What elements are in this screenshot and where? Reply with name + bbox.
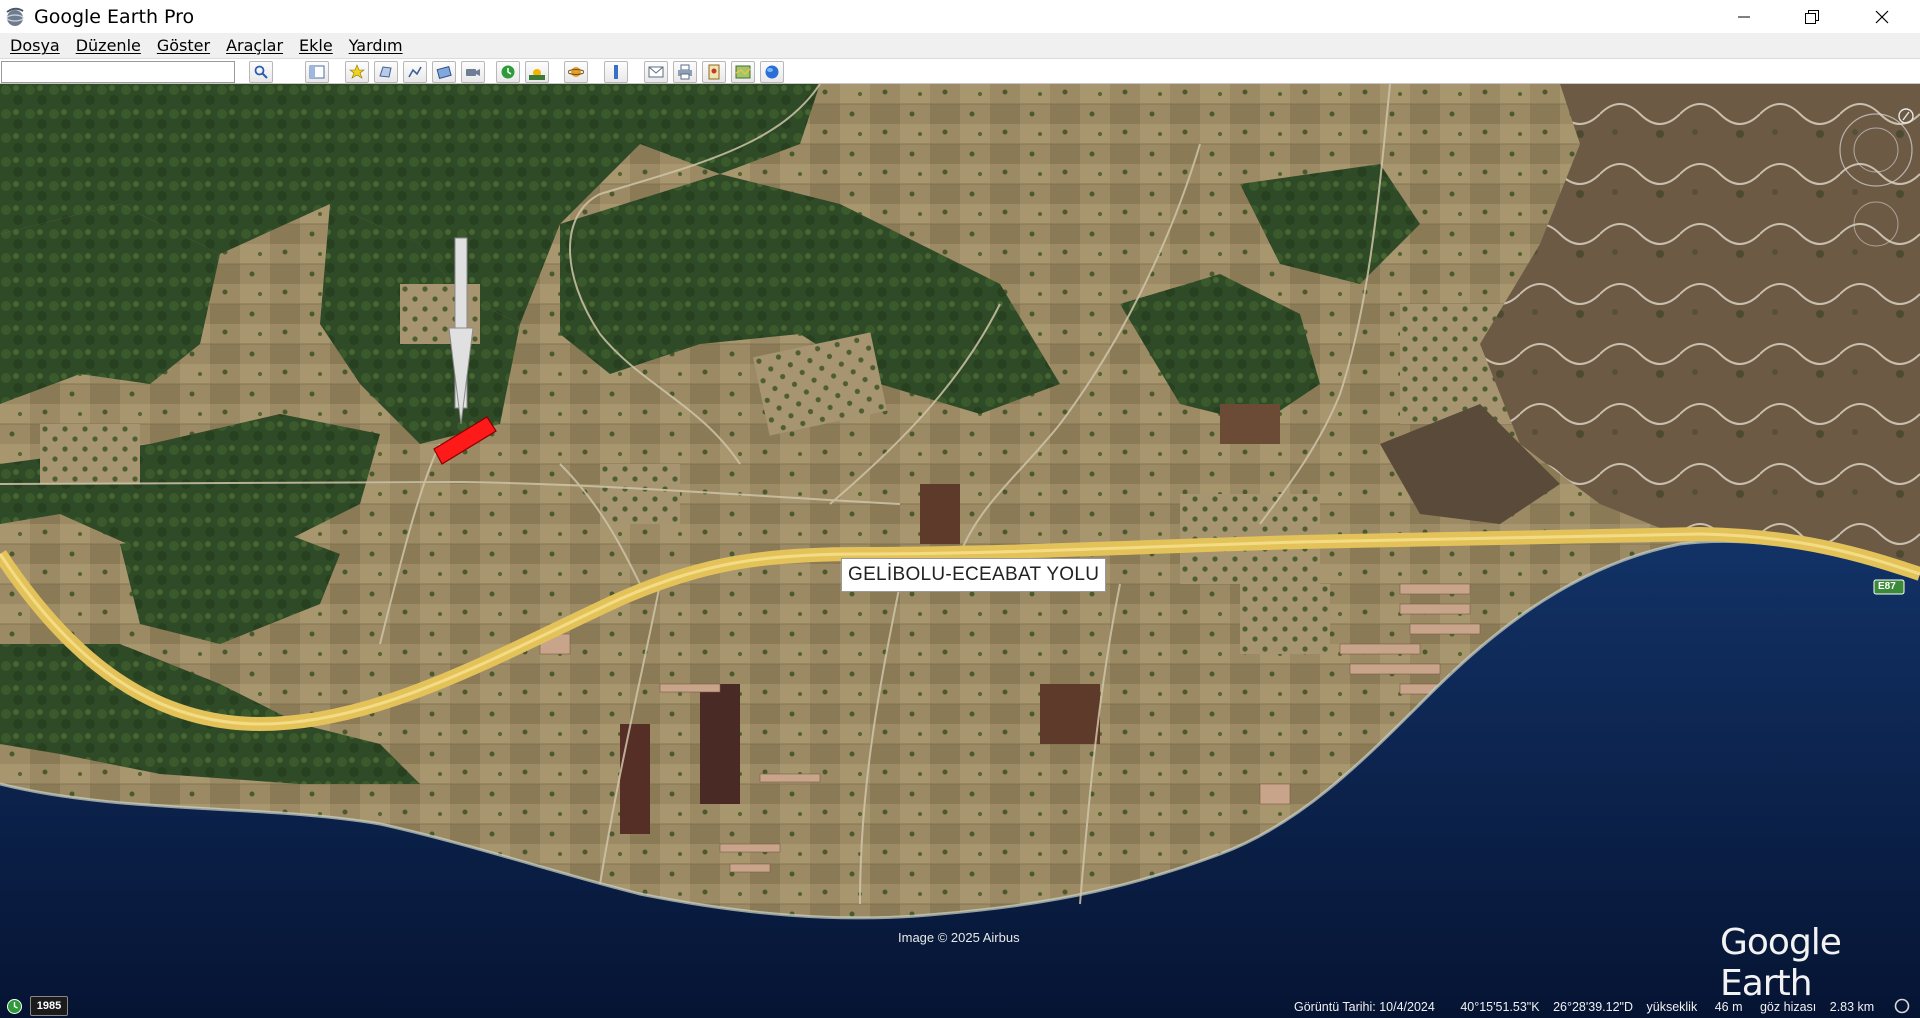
add-placemark-button[interactable] <box>345 61 369 83</box>
elevation-value: 46 m <box>1714 1000 1743 1014</box>
restore-icon <box>1805 9 1819 24</box>
historical-year-badge[interactable]: 1985 <box>30 996 68 1016</box>
imagery-date: Görüntü Tarihi: 10/4/2024 <box>1294 1000 1435 1014</box>
menu-file[interactable]: Dosya <box>4 36 66 55</box>
add-polygon-button[interactable] <box>374 61 398 83</box>
save-image-button[interactable] <box>702 61 726 83</box>
menu-add[interactable]: Ekle <box>293 36 339 55</box>
google-earth-window: Google Earth Pro Dosya Düzenle Göster Ar… <box>0 0 1920 1018</box>
status-bar: 1985 Görüntü Tarihi: 10/4/2024 40°15'51.… <box>0 995 1920 1018</box>
historical-imagery-icon <box>501 65 515 79</box>
longitude-readout: 26°28'39.12"D <box>1553 1000 1634 1014</box>
status-info: Görüntü Tarihi: 10/4/2024 40°15'51.53"K … <box>1294 1000 1884 1014</box>
add-image-overlay-icon <box>436 65 452 79</box>
toolbar <box>0 58 1920 84</box>
add-image-overlay-button[interactable] <box>432 61 456 83</box>
satellite-imagery <box>0 84 1920 1018</box>
planets-button[interactable] <box>564 61 588 83</box>
road-label[interactable]: GELİBOLU-ECEABAT YOLU <box>841 558 1107 592</box>
eye-altitude-label: göz hizası <box>1759 1000 1817 1014</box>
email-button[interactable] <box>644 61 668 83</box>
map-view-button[interactable] <box>731 61 755 83</box>
menu-tools[interactable]: Araçlar <box>220 36 289 55</box>
google-maps-button[interactable] <box>760 61 784 83</box>
restore-button[interactable] <box>1778 0 1846 33</box>
latitude-readout: 40°15'51.53"K <box>1460 1000 1540 1014</box>
search-input[interactable] <box>1 61 235 83</box>
highway-badge-label: E87 <box>1878 581 1896 592</box>
record-tour-icon <box>466 69 480 76</box>
historical-imagery-button[interactable] <box>496 61 520 83</box>
google-earth-logo: Google Earth <box>1720 922 1842 1004</box>
map-view-icon <box>735 65 751 79</box>
title-bar: Google Earth Pro <box>0 0 1920 33</box>
minimize-button[interactable] <box>1710 0 1778 33</box>
email-icon <box>648 66 664 78</box>
streaming-indicator-icon <box>1894 998 1910 1014</box>
ruler-icon <box>614 65 618 79</box>
close-icon <box>1875 10 1889 23</box>
record-tour-button[interactable] <box>461 61 485 83</box>
add-path-button[interactable] <box>403 61 427 83</box>
globe-icon <box>765 65 779 79</box>
window-title: Google Earth Pro <box>34 5 195 28</box>
menu-help[interactable]: Yardım <box>343 36 409 55</box>
google-earth-app-icon <box>6 7 24 26</box>
close-button[interactable] <box>1848 0 1916 33</box>
eye-altitude-value: 2.83 km <box>1829 1000 1875 1014</box>
add-path-icon <box>408 66 422 78</box>
print-button[interactable] <box>673 61 697 83</box>
add-placemark-icon <box>349 64 365 79</box>
north-reset-icon[interactable] <box>1898 108 1914 124</box>
search-icon <box>254 65 268 79</box>
save-image-icon <box>708 64 720 80</box>
historical-imagery-clock-icon[interactable] <box>6 998 23 1015</box>
add-polygon-icon <box>379 66 392 78</box>
navigation-compass[interactable] <box>1836 104 1916 264</box>
sidebar-toggle-button[interactable] <box>305 61 329 83</box>
search-button[interactable] <box>249 61 273 83</box>
map-view[interactable]: E87 GELİBOLU-ECEABAT YOLU Image © 2025 A… <box>0 84 1920 1018</box>
menu-bar: Dosya Düzenle Göster Araçlar Ekle Yardım <box>0 33 1920 58</box>
sidebar-toggle-icon <box>309 65 325 79</box>
print-icon <box>678 64 692 80</box>
sunlight-button[interactable] <box>525 61 549 83</box>
minimize-icon <box>1738 16 1750 17</box>
imagery-attribution: Image © 2025 Airbus <box>898 930 1020 945</box>
menu-view[interactable]: Göster <box>151 36 216 55</box>
planets-icon <box>568 67 584 77</box>
ruler-button[interactable] <box>604 61 628 83</box>
elevation-label: yükseklik <box>1646 1000 1698 1014</box>
menu-edit[interactable]: Düzenle <box>70 36 147 55</box>
sunlight-icon <box>529 69 545 80</box>
